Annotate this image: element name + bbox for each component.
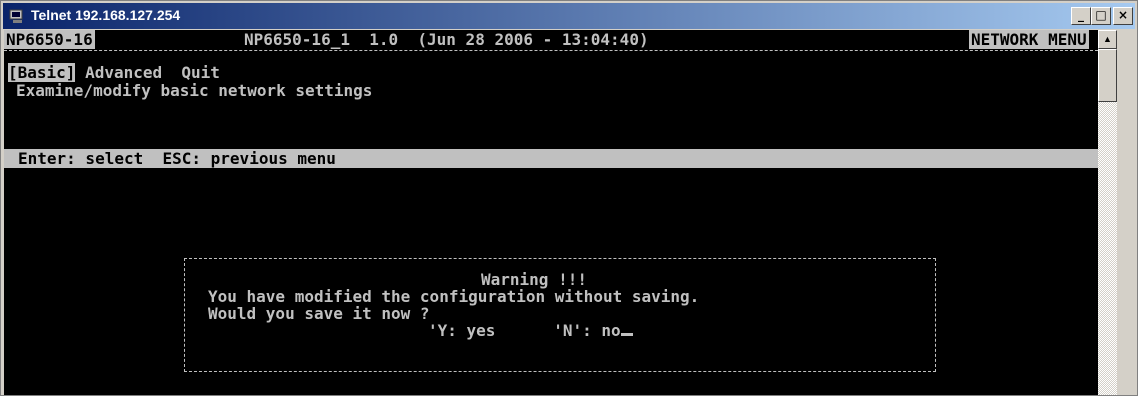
- firmware-info: NP6650-16_1 1.0 (Jun 28 2006 - 13:04:40): [244, 30, 649, 49]
- window-title: Telnet 192.168.127.254: [31, 7, 181, 23]
- menu-name: NETWORK MENU: [969, 30, 1089, 49]
- close-button[interactable]: ×: [1113, 7, 1133, 25]
- telnet-icon: [9, 9, 23, 23]
- dialog-question: Would you save it now ?: [208, 304, 430, 323]
- menu-item-basic[interactable]: [Basic]: [8, 63, 76, 82]
- telnet-window: Telnet 192.168.127.254 _ □ × NP6650-16 N…: [0, 0, 1138, 396]
- vertical-scrollbar[interactable]: ▲: [1098, 30, 1117, 395]
- header-divider: [4, 48, 1098, 52]
- no-option[interactable]: 'N': no: [553, 321, 620, 340]
- terminal-screen[interactable]: NP6650-16 NP6650-16_1 1.0 (Jun 28 2006 -…: [4, 30, 1098, 395]
- minimize-button[interactable]: _: [1071, 7, 1091, 25]
- maximize-button[interactable]: □: [1091, 7, 1111, 25]
- device-name: NP6650-16: [4, 30, 95, 49]
- menu-bar: [Basic] Advanced Quit: [8, 63, 220, 82]
- dialog-options: 'Y: yes 'N': no: [428, 321, 633, 340]
- scroll-thumb[interactable]: [1098, 49, 1117, 102]
- menu-item-quit[interactable]: Quit: [181, 63, 220, 82]
- menu-description: Examine/modify basic network settings: [16, 81, 373, 100]
- text-cursor: [620, 333, 633, 336]
- menu-item-advanced[interactable]: Advanced: [85, 63, 162, 82]
- title-bar[interactable]: Telnet 192.168.127.254 _ □ ×: [3, 3, 1135, 29]
- yes-option[interactable]: 'Y: yes: [428, 321, 495, 340]
- warning-dialog: Warning !!! You have modified the config…: [184, 258, 936, 378]
- scroll-up-arrow-icon[interactable]: ▲: [1098, 30, 1117, 49]
- help-bar: Enter: select ESC: previous menu: [4, 149, 1098, 168]
